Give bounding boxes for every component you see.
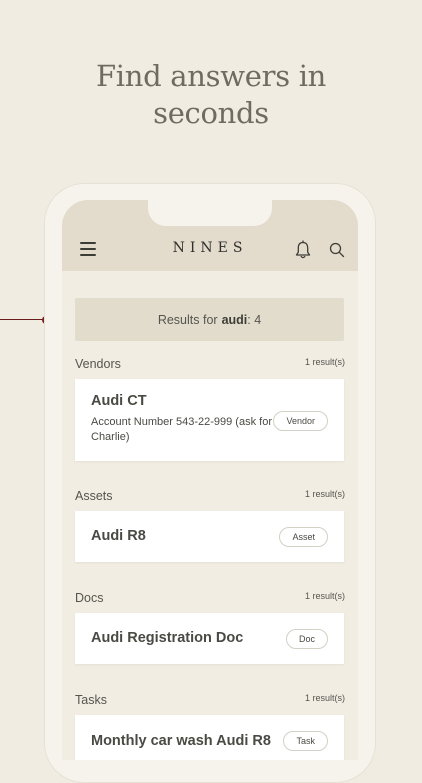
- result-title: Audi Registration Doc: [91, 630, 244, 646]
- results-summary: Results for audi : 4: [75, 298, 344, 341]
- type-tag-doc[interactable]: Doc: [285, 629, 328, 649]
- result-title: Monthly car wash Audi R8: [91, 733, 271, 749]
- phone-notch: [148, 200, 272, 226]
- result-card-asset[interactable]: Audi R8 Asset: [75, 511, 344, 562]
- bell-icon[interactable]: [294, 240, 312, 260]
- result-card-vendor[interactable]: Audi CT Account Number 543-22-999 (ask f…: [75, 379, 344, 461]
- section-title-vendors: Vendors: [75, 357, 121, 371]
- brand-logo: NINES: [172, 240, 248, 256]
- phone-screen: NINES Results for audi : 4 Vendors 1 res…: [62, 200, 358, 760]
- type-tag-vendor[interactable]: Vendor: [273, 411, 328, 431]
- section-count-docs: 1 result(s): [304, 591, 345, 601]
- section-count-assets: 1 result(s): [304, 489, 345, 499]
- result-card-doc[interactable]: Audi Registration Doc Doc: [75, 613, 344, 664]
- headline-line-1: Find answers in: [95, 59, 327, 93]
- marketing-headline: Find answers in seconds: [0, 58, 422, 132]
- section-count-vendors: 1 result(s): [304, 357, 345, 367]
- result-subtitle: Account Number 543-22-999 (ask for Charl…: [91, 416, 272, 443]
- results-count-suffix: : 4: [247, 312, 262, 327]
- section-title-docs: Docs: [75, 591, 104, 605]
- results-prefix: Results for: [157, 312, 218, 327]
- callout-line: [0, 319, 44, 320]
- type-tag-task[interactable]: Task: [283, 731, 328, 751]
- section-title-tasks: Tasks: [75, 693, 107, 707]
- headline-line-2: seconds: [153, 96, 269, 130]
- app-bar: NINES: [62, 200, 358, 271]
- section-count-tasks: 1 result(s): [304, 693, 345, 703]
- result-title: Audi R8: [91, 528, 146, 544]
- section-title-assets: Assets: [75, 489, 113, 503]
- search-term: audi: [221, 312, 248, 327]
- result-card-task[interactable]: Monthly car wash Audi R8 Task: [75, 715, 344, 760]
- type-tag-asset[interactable]: Asset: [279, 527, 328, 547]
- search-icon[interactable]: [329, 242, 345, 258]
- result-title: Audi CT: [91, 393, 147, 409]
